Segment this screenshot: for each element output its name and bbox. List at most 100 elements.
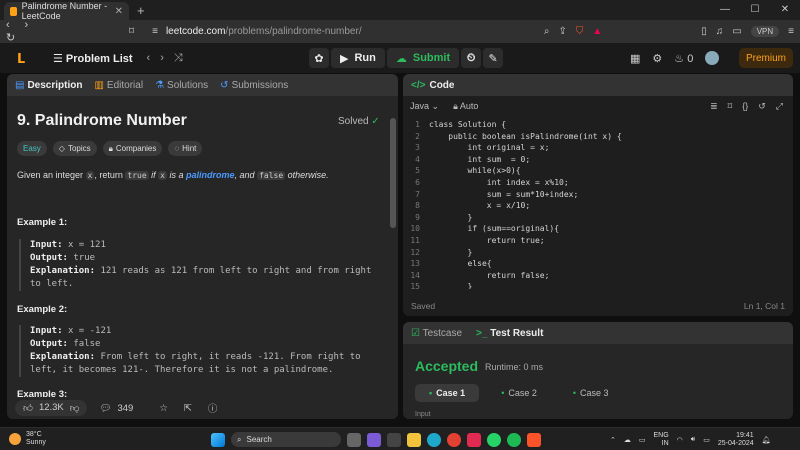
layout-grid-icon[interactable]: ▦	[630, 52, 640, 65]
sidebar-icon[interactable]: ▯	[701, 26, 707, 37]
bookmark-icon[interactable]: ⌑	[728, 101, 733, 112]
edge-icon[interactable]	[427, 432, 441, 447]
bookmark-icon[interactable]: ⌑	[129, 26, 134, 37]
browser-tab[interactable]: Palindrome Number - LeetCode ✕	[4, 1, 129, 21]
debug-icon[interactable]: ✿	[309, 48, 329, 68]
code-line[interactable]: 9 }	[403, 212, 793, 224]
settings-gear-icon[interactable]: ⚙	[652, 52, 662, 65]
scrollbar-thumb[interactable]	[390, 118, 396, 228]
code-line[interactable]: 15 }	[403, 281, 793, 289]
submit-button[interactable]: ☁ Submit	[386, 48, 460, 68]
avatar[interactable]	[705, 51, 720, 65]
minimize-icon[interactable]: —	[710, 0, 740, 20]
code-line[interactable]: 8 x = x/10;	[403, 200, 793, 212]
hint-chip[interactable]: ◌ Hint	[168, 141, 203, 156]
case-tab-3[interactable]: • Case 3	[559, 384, 623, 402]
palindrome-link[interactable]: palindrome	[186, 170, 235, 180]
code-line[interactable]: 7 sum = sum*10+index;	[403, 189, 793, 201]
code-line[interactable]: 1 class Solution {	[403, 119, 793, 131]
reset-icon[interactable]: ↺	[758, 101, 766, 112]
code-editor[interactable]: 1 class Solution {2 public boolean isPali…	[403, 119, 793, 289]
code-line[interactable]: 13 else{	[403, 258, 793, 270]
chrome-icon[interactable]	[447, 432, 461, 447]
meet-icon[interactable]	[367, 432, 381, 447]
code-line[interactable]: 5 while(x>0){	[403, 165, 793, 177]
wallet-icon[interactable]: ▭	[732, 26, 741, 37]
cloud-icon[interactable]: ☁	[624, 436, 631, 444]
close-window-icon[interactable]: ✕	[770, 0, 800, 20]
streak-button[interactable]: ♨ 0	[674, 52, 693, 65]
battery-icon[interactable]: ▭	[703, 436, 710, 444]
share-icon[interactable]: ⇪	[558, 26, 566, 37]
back-icon[interactable]: ‹	[6, 19, 10, 31]
fullscreen-icon[interactable]: ⤢	[776, 101, 783, 112]
notification-icon[interactable]: 🔔︎	[762, 436, 771, 444]
companies-chip[interactable]: 🔒︎ Companies	[102, 141, 163, 156]
language-indicator[interactable]: ENG IN	[654, 432, 669, 448]
thumbs-down-icon[interactable]: 👎︎	[70, 402, 80, 414]
tab-editorial[interactable]: ▥ Editorial	[94, 80, 143, 91]
menu-icon[interactable]: ≡	[788, 26, 794, 37]
taskbar-search[interactable]: ⌕ Search	[231, 432, 341, 447]
brave-icon[interactable]	[527, 432, 541, 447]
code-line[interactable]: 3 int original = x;	[403, 142, 793, 154]
case-tab-1[interactable]: • Case 1	[415, 384, 480, 402]
format-icon[interactable]: ≣	[710, 101, 718, 112]
url-field[interactable]: ≡ leetcode.com /problems/palindrome-numb…	[152, 23, 544, 40]
language-select[interactable]: Java ⌄	[410, 101, 439, 112]
code-line[interactable]: 2 public boolean isPalindrome(int x) {	[403, 131, 793, 143]
braces-icon[interactable]: {}	[742, 101, 748, 112]
zoom-icon[interactable]: ⌕	[544, 26, 550, 37]
prev-problem-icon[interactable]: ‹	[147, 52, 161, 64]
volume-icon[interactable]: 🔊︎	[691, 436, 695, 444]
code-line[interactable]: 10 if (sum==original){	[403, 223, 793, 235]
comment-icon[interactable]: 💬︎	[99, 403, 111, 414]
code-line[interactable]: 12 }	[403, 247, 793, 259]
share-icon[interactable]: ⇱	[184, 403, 192, 414]
vpn-button[interactable]: VPN	[750, 26, 780, 37]
description-scrollbar[interactable]	[390, 98, 396, 398]
whatsapp-icon[interactable]	[487, 432, 501, 447]
app-tray-icon[interactable]: ▭	[639, 436, 646, 444]
brave-shield-icon[interactable]: ⛉	[576, 26, 584, 37]
help-icon[interactable]: ⓘ	[208, 401, 218, 415]
case-tab-2[interactable]: • Case 2	[487, 384, 551, 402]
playlist-icon[interactable]: ♫	[716, 26, 724, 37]
run-button[interactable]: ▶ Run	[331, 48, 385, 68]
weather-widget[interactable]: 38°C Sunny	[9, 431, 46, 447]
code-line[interactable]: 6 int index = x%10;	[403, 177, 793, 189]
timer-icon[interactable]: ⏲	[461, 48, 482, 68]
clock[interactable]: 19:41 25-04-2024	[718, 432, 754, 448]
thumbs-up-icon[interactable]: 👍︎	[23, 402, 33, 414]
code-line[interactable]: 11 return true;	[403, 235, 793, 247]
task-view-icon[interactable]	[347, 432, 361, 447]
windows-start-icon[interactable]	[211, 432, 225, 447]
tab-submissions[interactable]: ↺ Submissions	[220, 80, 288, 91]
premium-button[interactable]: Premium	[739, 48, 793, 68]
tab-solutions[interactable]: ⚗ Solutions	[155, 80, 208, 91]
code-line[interactable]: 14 return false;	[403, 270, 793, 282]
brave-rewards-icon[interactable]: ▲	[592, 26, 602, 37]
spotify-icon[interactable]	[507, 432, 521, 447]
wifi-icon[interactable]: ◠	[677, 436, 683, 444]
code-line[interactable]: 4 int sum = 0;	[403, 154, 793, 166]
tray-chevron-icon[interactable]: ⌃	[610, 436, 616, 444]
forward-icon[interactable]: ›	[24, 19, 28, 31]
file-explorer-icon[interactable]	[407, 432, 421, 447]
site-info-icon[interactable]: ≡	[152, 26, 158, 37]
notes-icon[interactable]: ✎	[483, 48, 504, 68]
tab-test-result[interactable]: >_ Test Result	[476, 328, 543, 339]
auto-mode-button[interactable]: 🔒︎ Auto	[453, 101, 478, 112]
tab-testcase[interactable]: ☑ Testcase	[411, 328, 462, 339]
shuffle-icon[interactable]: ⤨	[174, 52, 193, 64]
tab-description[interactable]: ▤ Description	[15, 80, 82, 91]
leetcode-logo-icon[interactable]: ᒪ	[17, 51, 31, 66]
new-tab-icon[interactable]: +	[137, 2, 145, 20]
problem-list-button[interactable]: ☰ Problem List	[53, 52, 133, 65]
topics-chip[interactable]: ◇ Topics	[52, 141, 97, 156]
star-icon[interactable]: ☆	[159, 403, 168, 414]
next-problem-icon[interactable]: ›	[160, 52, 174, 64]
close-tab-icon[interactable]: ✕	[115, 6, 123, 17]
app-icon[interactable]	[387, 432, 401, 447]
app-icon-red[interactable]	[467, 432, 481, 447]
